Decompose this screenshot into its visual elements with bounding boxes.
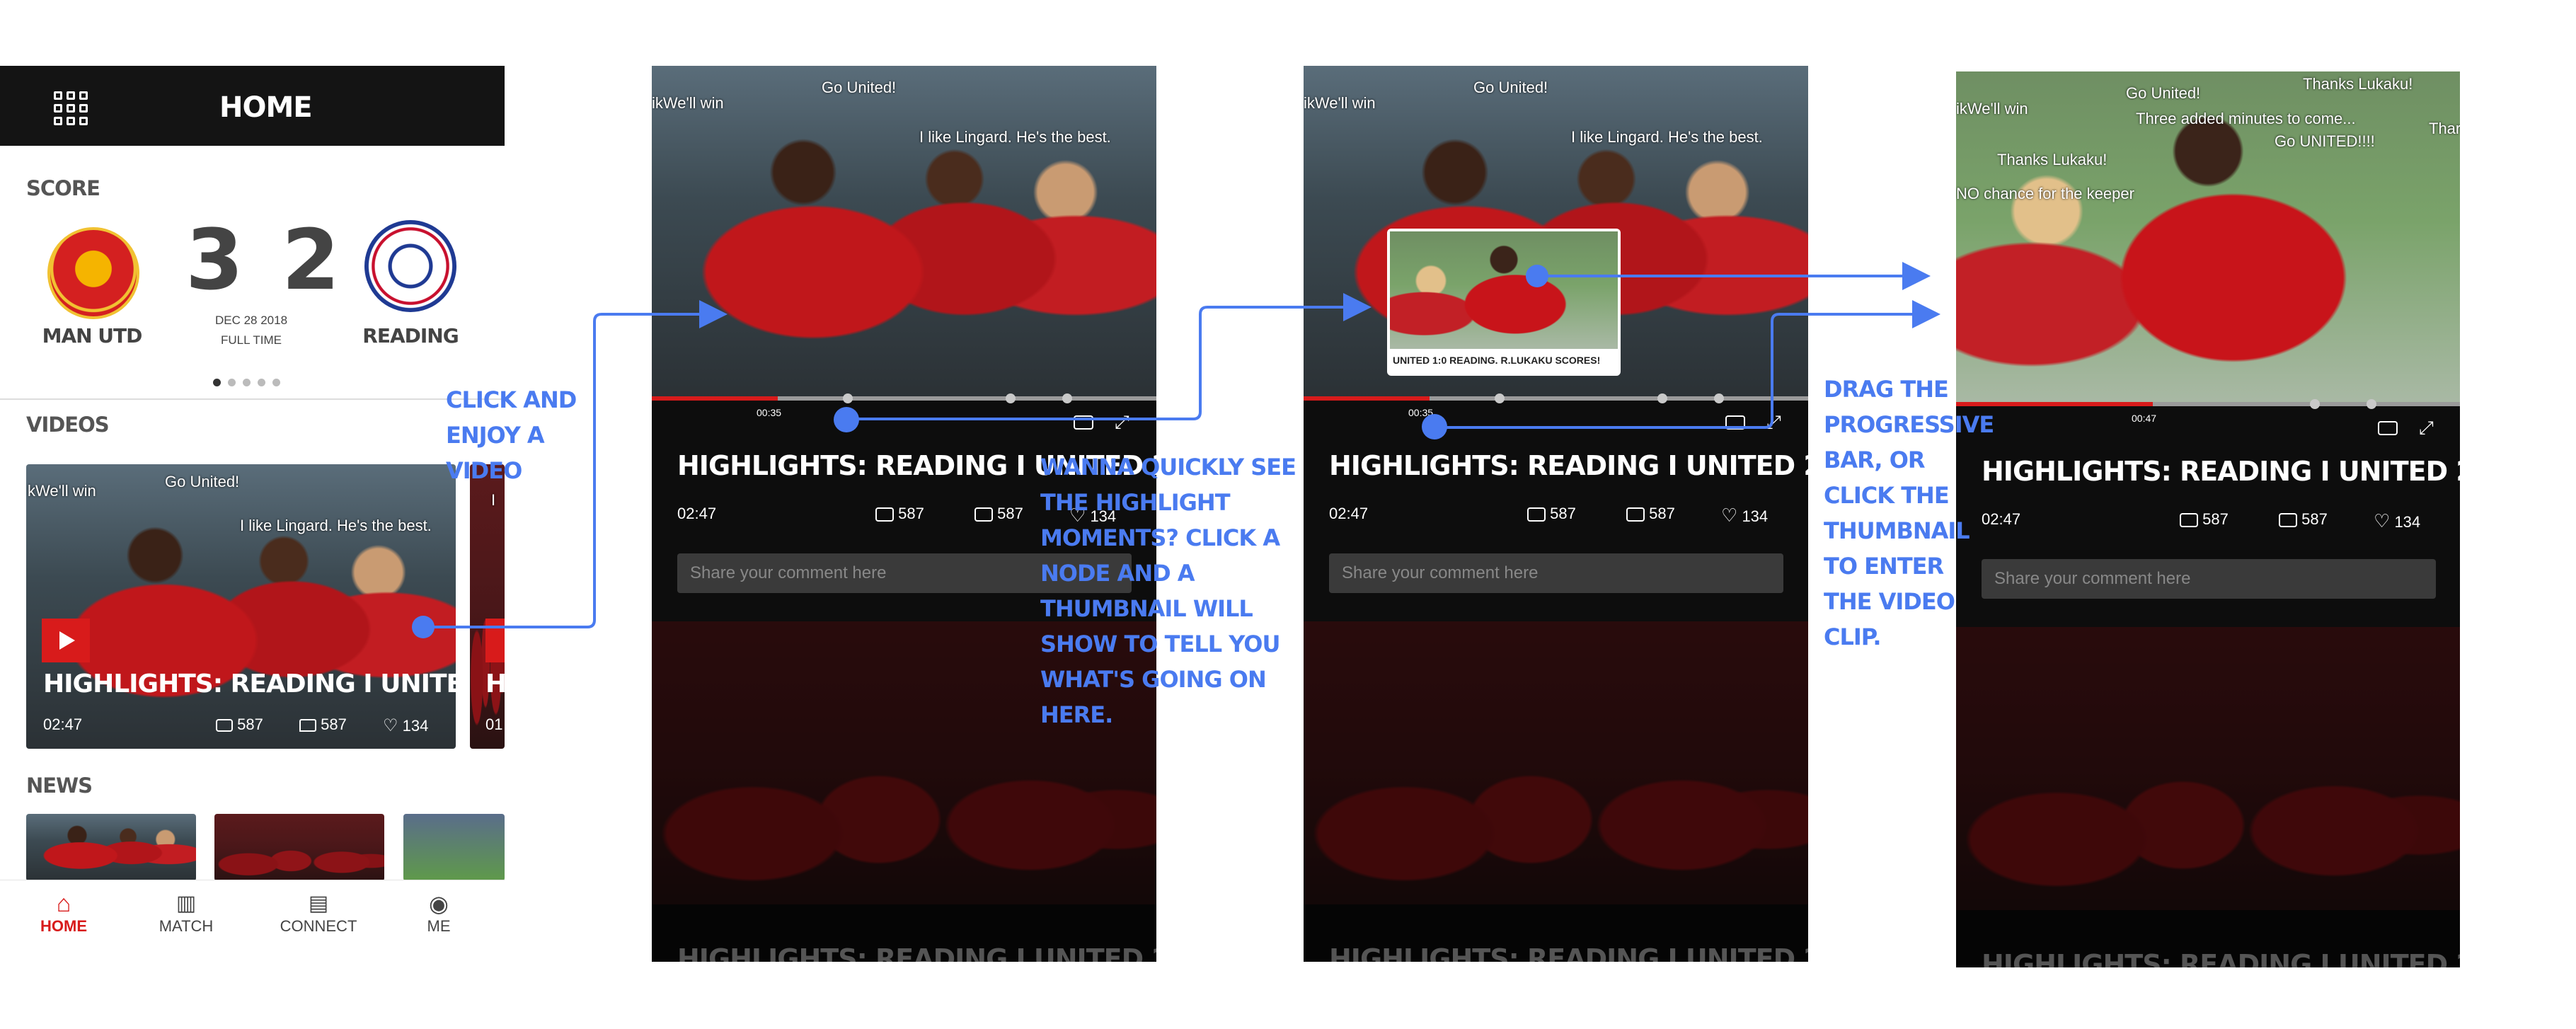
arrow-origin-dot <box>412 616 435 638</box>
arrow-to-thumbnail <box>846 293 1372 420</box>
flow-arrows <box>412 262 1940 638</box>
arrow-origin-dot <box>1526 265 1548 287</box>
arrow-to-player <box>423 300 728 628</box>
arrow-drag-to-clip <box>1435 300 1940 429</box>
